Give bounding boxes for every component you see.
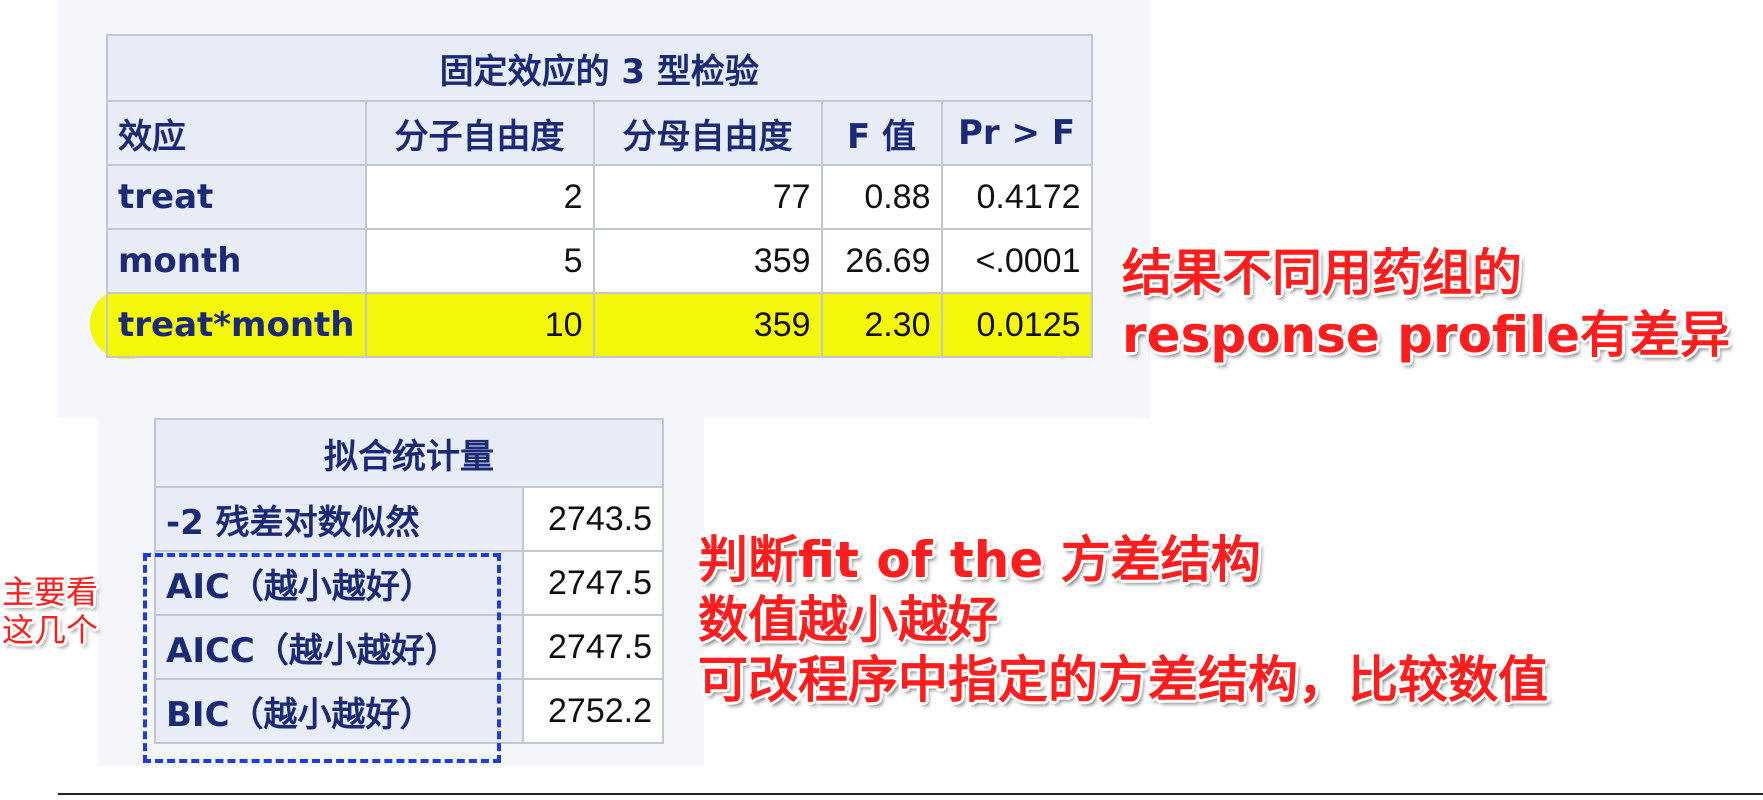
annotation-line: response profile有差异	[1122, 306, 1731, 364]
den-df-cell: 359	[592, 228, 823, 294]
annotation-line: 可改程序中指定的方差结构，比较数值	[698, 651, 1548, 709]
table-title: 固定效应的 3 型检验	[106, 34, 1093, 102]
num-df-cell: 10	[364, 292, 595, 358]
den-df-cell: 77	[592, 164, 823, 230]
annotation-fit: 判断fit of the 方差结构 数值越小越好 可改程序中指定的方差结构，比较…	[698, 530, 1548, 710]
stat-value: 2747.5	[522, 550, 664, 616]
stat-value: 2747.5	[522, 614, 664, 680]
stat-value: 2743.5	[522, 486, 664, 552]
den-df-cell: 359	[592, 292, 823, 358]
col-header-p-value: Pr > F	[940, 100, 1093, 166]
p-value-cell: <.0001	[940, 228, 1093, 294]
table-title: 拟合统计量	[154, 418, 664, 488]
num-df-cell: 2	[364, 164, 595, 230]
bottom-divider	[58, 793, 1763, 795]
type3-tests-table: 固定效应的 3 型检验 效应 分子自由度 分母自由度 F 值 Pr > F tr…	[106, 34, 1093, 358]
stat-value: 2752.2	[522, 678, 664, 744]
p-value-cell: 0.4172	[940, 164, 1093, 230]
f-value-cell: 26.69	[820, 228, 943, 294]
col-header-den-df: 分母自由度	[592, 100, 823, 166]
annotation-line: 主要看	[2, 573, 99, 611]
annotation-line: 这几个	[2, 611, 99, 649]
effect-cell: treat*month	[106, 292, 367, 358]
f-value-cell: 2.30	[820, 292, 943, 358]
effect-cell: month	[106, 228, 367, 294]
p-value-cell: 0.0125	[940, 292, 1093, 358]
col-header-num-df: 分子自由度	[364, 100, 595, 166]
table-row: month 5 359 26.69 <.0001	[106, 228, 1093, 294]
effect-cell: treat	[106, 164, 367, 230]
annotation-result: 结果不同用药组的 response profile有差异	[1122, 242, 1730, 366]
num-df-cell: 5	[364, 228, 595, 294]
table-row-highlighted: treat*month 10 359 2.30 0.0125	[106, 292, 1093, 358]
annotation-line: 数值越小越好	[698, 591, 998, 649]
col-header-effect: 效应	[106, 100, 367, 166]
annotation-line: 结果不同用药组的	[1122, 244, 1522, 302]
dashed-highlight-box	[143, 553, 501, 763]
col-header-f-value: F 值	[820, 100, 943, 166]
annotation-look-here: 主要看 这几个	[2, 573, 98, 649]
table-row: -2 残差对数似然 2743.5	[154, 486, 664, 552]
table-row: treat 2 77 0.88 0.4172	[106, 164, 1093, 230]
f-value-cell: 0.88	[820, 164, 943, 230]
stat-label: -2 残差对数似然	[154, 486, 524, 552]
annotation-line: 判断fit of the 方差结构	[698, 531, 1261, 589]
